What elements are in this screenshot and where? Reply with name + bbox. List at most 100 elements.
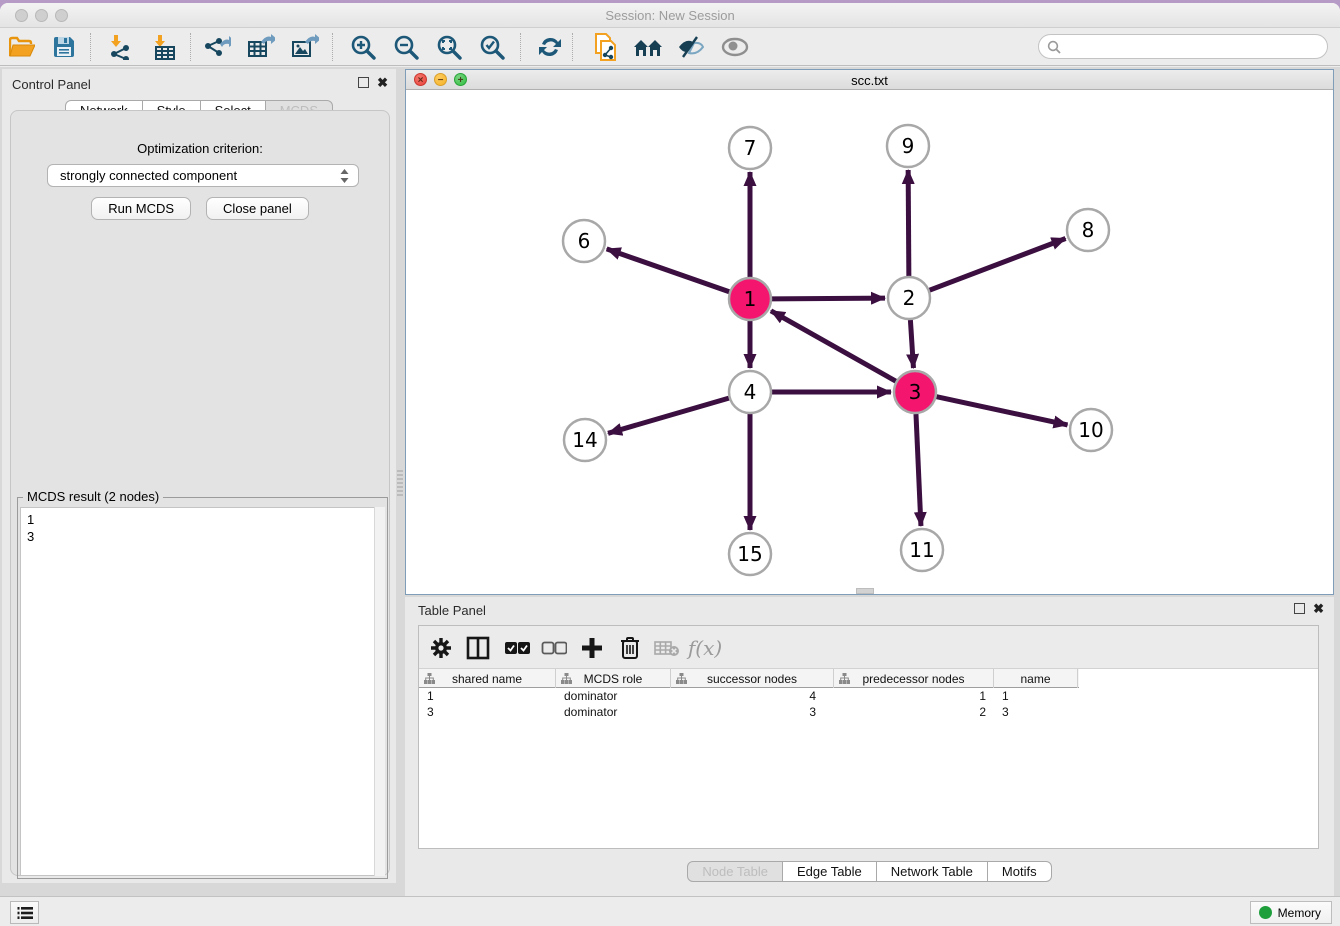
table-header: shared name MCDS role successor nodes pr… [419,669,1079,688]
cell-shared-name[interactable]: 1 [419,688,556,704]
node-label-1: 1 [744,287,757,311]
float-panel-icon[interactable] [358,77,369,88]
toolbar-separator [332,33,333,61]
main-toolbar [0,28,1340,66]
edge-4-14[interactable] [608,398,729,433]
zoom-in-icon[interactable] [346,32,380,62]
export-table-icon[interactable] [244,32,278,62]
export-image-icon[interactable] [288,32,322,62]
edge-1-6[interactable] [607,249,730,292]
cell-name[interactable]: 1 [994,688,1078,704]
mcds-result-text[interactable]: 1 3 [20,507,385,876]
optimization-criterion-select[interactable]: strongly connected component [47,164,359,187]
table-row[interactable]: 3 dominator 3 2 3 [419,704,1079,720]
network-graph[interactable]: 7968124314101511 [406,90,1333,594]
save-session-icon[interactable] [47,32,81,62]
run-mcds-button[interactable]: Run MCDS [91,197,191,220]
open-session-icon[interactable] [5,32,39,62]
close-panel-icon[interactable]: ✖ [377,77,388,88]
control-panel: Control Panel ✖ Network Style Select MCD… [2,69,396,883]
table-settings-icon[interactable] [425,633,457,663]
node-label-6: 6 [578,229,591,253]
cell-predecessor-nodes[interactable]: 2 [834,704,994,720]
edge-1-2[interactable] [772,298,885,299]
column-header-name[interactable]: name [994,669,1078,688]
network-window-title: scc.txt [406,73,1333,88]
node-label-8: 8 [1082,218,1095,242]
workspace: Control Panel ✖ Network Style Select MCD… [0,67,1340,896]
cell-mcds-role[interactable]: dominator [556,704,671,720]
tab-node-table[interactable]: Node Table [687,861,783,882]
memory-status-icon [1259,906,1272,919]
edge-3-1[interactable] [771,311,896,381]
show-graphics-details-icon[interactable] [718,32,752,62]
zoom-out-icon[interactable] [389,32,423,62]
table-row[interactable]: 1 dominator 4 1 1 [419,688,1079,704]
column-header-successor-nodes[interactable]: successor nodes [671,669,834,688]
search-input[interactable] [1038,34,1328,59]
column-header-mcds-role[interactable]: MCDS role [556,669,671,688]
clone-network-icon[interactable] [588,32,622,62]
toolbar-separator [520,33,521,61]
cell-name[interactable]: 3 [994,704,1078,720]
close-table-panel-icon[interactable]: ✖ [1313,603,1324,614]
memory-button[interactable]: Memory [1250,901,1332,924]
cell-successor-nodes[interactable]: 3 [671,704,834,720]
app-window: Session: New Session [0,3,1340,926]
control-panel-title: Control Panel [12,77,91,92]
edge-3-10[interactable] [937,397,1068,425]
zoom-selected-icon[interactable] [475,32,509,62]
import-table-icon[interactable] [146,32,180,62]
result-scrollbar[interactable] [374,507,385,876]
mcds-result-box: MCDS result (2 nodes) 1 3 [17,497,388,879]
node-label-4: 4 [744,380,757,404]
cell-mcds-role[interactable]: dominator [556,688,671,704]
cell-shared-name[interactable]: 3 [419,704,556,720]
split-panel-icon[interactable] [462,633,494,663]
apply-function-icon[interactable]: f(x) [689,633,721,663]
export-network-icon[interactable] [200,32,234,62]
panel-splitter-handle[interactable] [397,470,403,496]
node-label-2: 2 [903,286,916,310]
node-label-9: 9 [902,134,915,158]
delete-columns-icon[interactable] [614,633,646,663]
network-canvas[interactable]: 7968124314101511 [406,90,1333,594]
attribute-icon [424,673,435,684]
column-header-predecessor-nodes[interactable]: predecessor nodes [834,669,994,688]
memory-label: Memory [1278,906,1321,920]
node-label-7: 7 [744,136,757,160]
node-table-container: f(x) shared name MCDS role successor nod… [418,625,1319,849]
add-column-icon[interactable] [576,633,608,663]
optimization-criterion-label: Optimization criterion: [11,141,389,156]
delete-table-icon[interactable] [651,633,683,663]
chevron-up-down-icon [339,168,350,184]
tab-edge-table[interactable]: Edge Table [783,861,877,882]
node-label-11: 11 [909,538,934,562]
show-all-networks-icon[interactable] [631,32,665,62]
cell-predecessor-nodes[interactable]: 1 [834,688,994,704]
toolbar-separator [90,33,91,61]
column-header-shared-name[interactable]: shared name [419,669,556,688]
canvas-splitter-handle[interactable] [856,588,874,594]
apply-layout-icon[interactable] [533,32,567,62]
node-label-3: 3 [909,380,922,404]
task-history-button[interactable] [10,901,39,924]
select-all-rows-icon[interactable] [501,633,533,663]
zoom-fit-icon[interactable] [432,32,466,62]
edge-2-3[interactable] [910,320,913,368]
tab-network-table[interactable]: Network Table [877,861,988,882]
cell-successor-nodes[interactable]: 4 [671,688,834,704]
window-title: Session: New Session [0,8,1340,23]
node-label-15: 15 [737,542,762,566]
edge-3-11[interactable] [916,414,921,526]
close-panel-button[interactable]: Close panel [206,197,309,220]
status-bar: Memory [0,896,1340,926]
tab-motifs[interactable]: Motifs [988,861,1052,882]
import-network-icon[interactable] [102,32,136,62]
hide-style-icon[interactable] [674,32,708,62]
search-icon [1047,40,1061,54]
deselect-all-rows-icon[interactable] [538,633,570,663]
edge-2-9[interactable] [908,170,909,276]
float-table-panel-icon[interactable] [1294,603,1305,614]
edge-2-8[interactable] [930,239,1066,291]
